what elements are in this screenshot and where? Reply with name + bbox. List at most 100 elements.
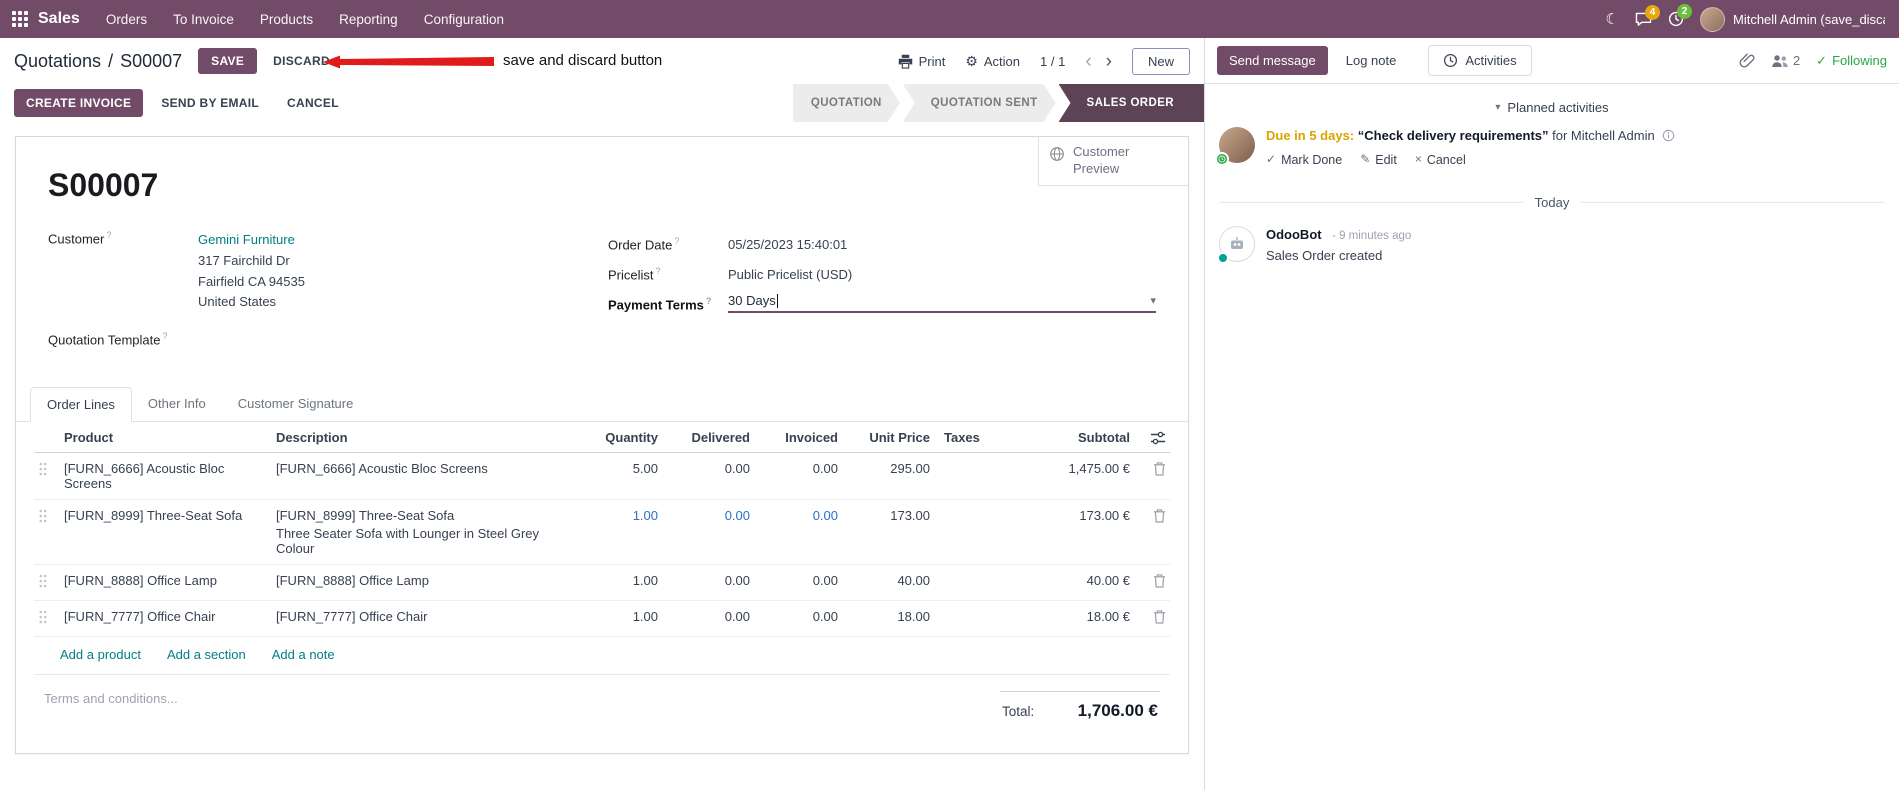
log-note-button[interactable]: Log note <box>1336 46 1407 75</box>
adjust-columns-icon[interactable] <box>1150 431 1166 445</box>
menu-to-invoice[interactable]: To Invoice <box>173 12 234 27</box>
payment-terms-field[interactable]: 30 Days ▾ <box>728 293 1156 313</box>
menu-reporting[interactable]: Reporting <box>339 12 398 27</box>
paperclip-icon[interactable] <box>1739 53 1755 69</box>
dropdown-caret-icon[interactable]: ▾ <box>1150 294 1156 307</box>
messages-menu[interactable]: 4 <box>1635 4 1660 27</box>
tab-order-lines[interactable]: Order Lines <box>30 387 132 423</box>
stage-sales-order[interactable]: SALES ORDER <box>1058 84 1204 122</box>
control-panel: Quotations / S00007 SAVE DISCARD save an… <box>0 38 1204 84</box>
message-author[interactable]: OdooBot <box>1266 227 1322 242</box>
invoiced-cell[interactable]: 0.00 <box>754 499 842 566</box>
description-cell[interactable]: [FURN_8888] Office Lamp <box>272 564 574 602</box>
drag-handle-icon[interactable] <box>38 573 48 589</box>
delivered-cell[interactable]: 0.00 <box>662 452 754 501</box>
print-button[interactable]: Print <box>898 54 945 69</box>
invoiced-cell[interactable]: 0.00 <box>754 564 842 602</box>
followers-button[interactable]: 2 <box>1771 53 1800 68</box>
taxes-cell[interactable] <box>934 499 1016 566</box>
activity-assignee: for Mitchell Admin <box>1552 128 1655 143</box>
menu-orders[interactable]: Orders <box>106 12 147 27</box>
taxes-cell[interactable] <box>934 600 1016 638</box>
save-button[interactable]: SAVE <box>198 48 258 74</box>
customer-preview-button[interactable]: Customer Preview <box>1038 137 1188 186</box>
send-message-button[interactable]: Send message <box>1217 46 1328 75</box>
pager-next-icon[interactable]: › <box>1106 52 1112 71</box>
edit-activity-button[interactable]: ✎ Edit <box>1360 151 1397 169</box>
unit-price-cell[interactable]: 40.00 <box>842 564 934 602</box>
breadcrumb-quotations[interactable]: Quotations <box>14 51 101 72</box>
drag-handle-icon[interactable] <box>38 508 48 524</box>
pricelist-field[interactable]: Public Pricelist (USD) <box>728 265 852 282</box>
delivered-cell[interactable]: 0.00 <box>662 600 754 638</box>
delivered-cell[interactable]: 0.00 <box>662 499 754 566</box>
taxes-cell[interactable] <box>934 452 1016 501</box>
drag-handle-icon[interactable] <box>38 609 48 625</box>
quantity-cell[interactable]: 1.00 <box>574 564 662 602</box>
user-name: Mitchell Admin (save_discar <box>1733 11 1885 27</box>
info-icon[interactable] <box>1662 129 1675 142</box>
delivered-cell[interactable]: 0.00 <box>662 564 754 602</box>
product-cell[interactable]: [FURN_8999] Three-Seat Sofa <box>60 499 272 566</box>
product-cell[interactable]: [FURN_6666] Acoustic Bloc Screens <box>60 452 272 501</box>
order-date-field[interactable]: 05/25/2023 15:40:01 <box>728 235 847 252</box>
unit-price-cell[interactable]: 295.00 <box>842 452 934 501</box>
terms-and-conditions-input[interactable]: Terms and conditions... <box>44 691 178 730</box>
add-product-link[interactable]: Add a product <box>60 647 141 662</box>
description-cell[interactable]: [FURN_7777] Office Chair <box>272 600 574 638</box>
create-invoice-button[interactable]: CREATE INVOICE <box>14 89 144 117</box>
quantity-cell[interactable]: 1.00 <box>574 600 662 638</box>
delivered-column-header: Delivered <box>662 422 754 454</box>
product-cell[interactable]: [FURN_8888] Office Lamp <box>60 564 272 602</box>
new-button[interactable]: New <box>1131 47 1190 75</box>
activities-tab[interactable]: Activities <box>1428 45 1532 76</box>
dark-mode-toggle[interactable]: ☾ <box>1606 10 1619 28</box>
pager-previous-icon[interactable]: ‹ <box>1085 52 1091 71</box>
delete-line-icon[interactable] <box>1153 609 1166 624</box>
planned-activities-header[interactable]: ▾ Planned activities <box>1205 100 1899 115</box>
description-cell[interactable]: [FURN_8999] Three-Seat Sofa Three Seater … <box>272 499 574 566</box>
user-menu[interactable]: Mitchell Admin (save_discar <box>1700 6 1885 32</box>
delete-line-icon[interactable] <box>1153 461 1166 476</box>
send-by-email-button[interactable]: SEND BY EMAIL <box>151 89 269 117</box>
subtotal-cell: 1,475.00 € <box>1016 452 1134 501</box>
activities-menu[interactable]: 2 <box>1668 4 1692 27</box>
order-line-row[interactable]: [FURN_8888] Office Lamp [FURN_8888] Offi… <box>34 564 1170 602</box>
menu-configuration[interactable]: Configuration <box>424 12 504 27</box>
tab-other-info[interactable]: Other Info <box>132 387 222 422</box>
quantity-cell[interactable]: 5.00 <box>574 452 662 501</box>
tab-customer-signature[interactable]: Customer Signature <box>222 387 370 422</box>
stage-quotation-sent[interactable]: QUOTATION SENT <box>903 84 1056 122</box>
following-button[interactable]: ✓ Following <box>1816 53 1887 69</box>
cancel-order-button[interactable]: CANCEL <box>277 89 349 117</box>
add-section-link[interactable]: Add a section <box>167 647 246 662</box>
invoiced-cell[interactable]: 0.00 <box>754 452 842 501</box>
app-brand[interactable]: Sales <box>38 10 80 28</box>
messages-badge: 4 <box>1645 4 1660 20</box>
cancel-activity-button[interactable]: × Cancel <box>1415 151 1466 169</box>
add-note-link[interactable]: Add a note <box>272 647 335 662</box>
action-button[interactable]: ⚙ Action <box>965 53 1020 70</box>
taxes-cell[interactable] <box>934 564 1016 602</box>
description-cell[interactable]: [FURN_6666] Acoustic Bloc Screens <box>272 452 574 501</box>
unit-price-cell[interactable]: 18.00 <box>842 600 934 638</box>
order-line-row[interactable]: [FURN_6666] Acoustic Bloc Screens [FURN_… <box>34 452 1170 501</box>
order-line-row[interactable]: [FURN_7777] Office Chair [FURN_7777] Off… <box>34 600 1170 638</box>
invoiced-cell[interactable]: 0.00 <box>754 600 842 638</box>
drag-handle-icon[interactable] <box>38 461 48 477</box>
menu-products[interactable]: Products <box>260 12 313 27</box>
stage-quotation[interactable]: QUOTATION <box>793 84 900 122</box>
pricelist-label: Pricelist? <box>608 265 661 283</box>
mark-done-button[interactable]: ✓ Mark Done <box>1266 151 1342 169</box>
planned-activity-item: Due in 5 days: “Check delivery requireme… <box>1205 115 1899 169</box>
delete-line-icon[interactable] <box>1153 508 1166 523</box>
top-navbar: Sales Orders To Invoice Products Reporti… <box>0 0 1899 38</box>
date-divider: Today <box>1219 195 1885 210</box>
order-line-row[interactable]: [FURN_8999] Three-Seat Sofa [FURN_8999] … <box>34 499 1170 566</box>
unit-price-cell[interactable]: 173.00 <box>842 499 934 566</box>
quantity-cell[interactable]: 1.00 <box>574 499 662 566</box>
delete-line-icon[interactable] <box>1153 573 1166 588</box>
customer-link[interactable]: Gemini Furniture <box>198 230 305 251</box>
product-cell[interactable]: [FURN_7777] Office Chair <box>60 600 272 638</box>
apps-grid-icon[interactable] <box>12 11 28 27</box>
